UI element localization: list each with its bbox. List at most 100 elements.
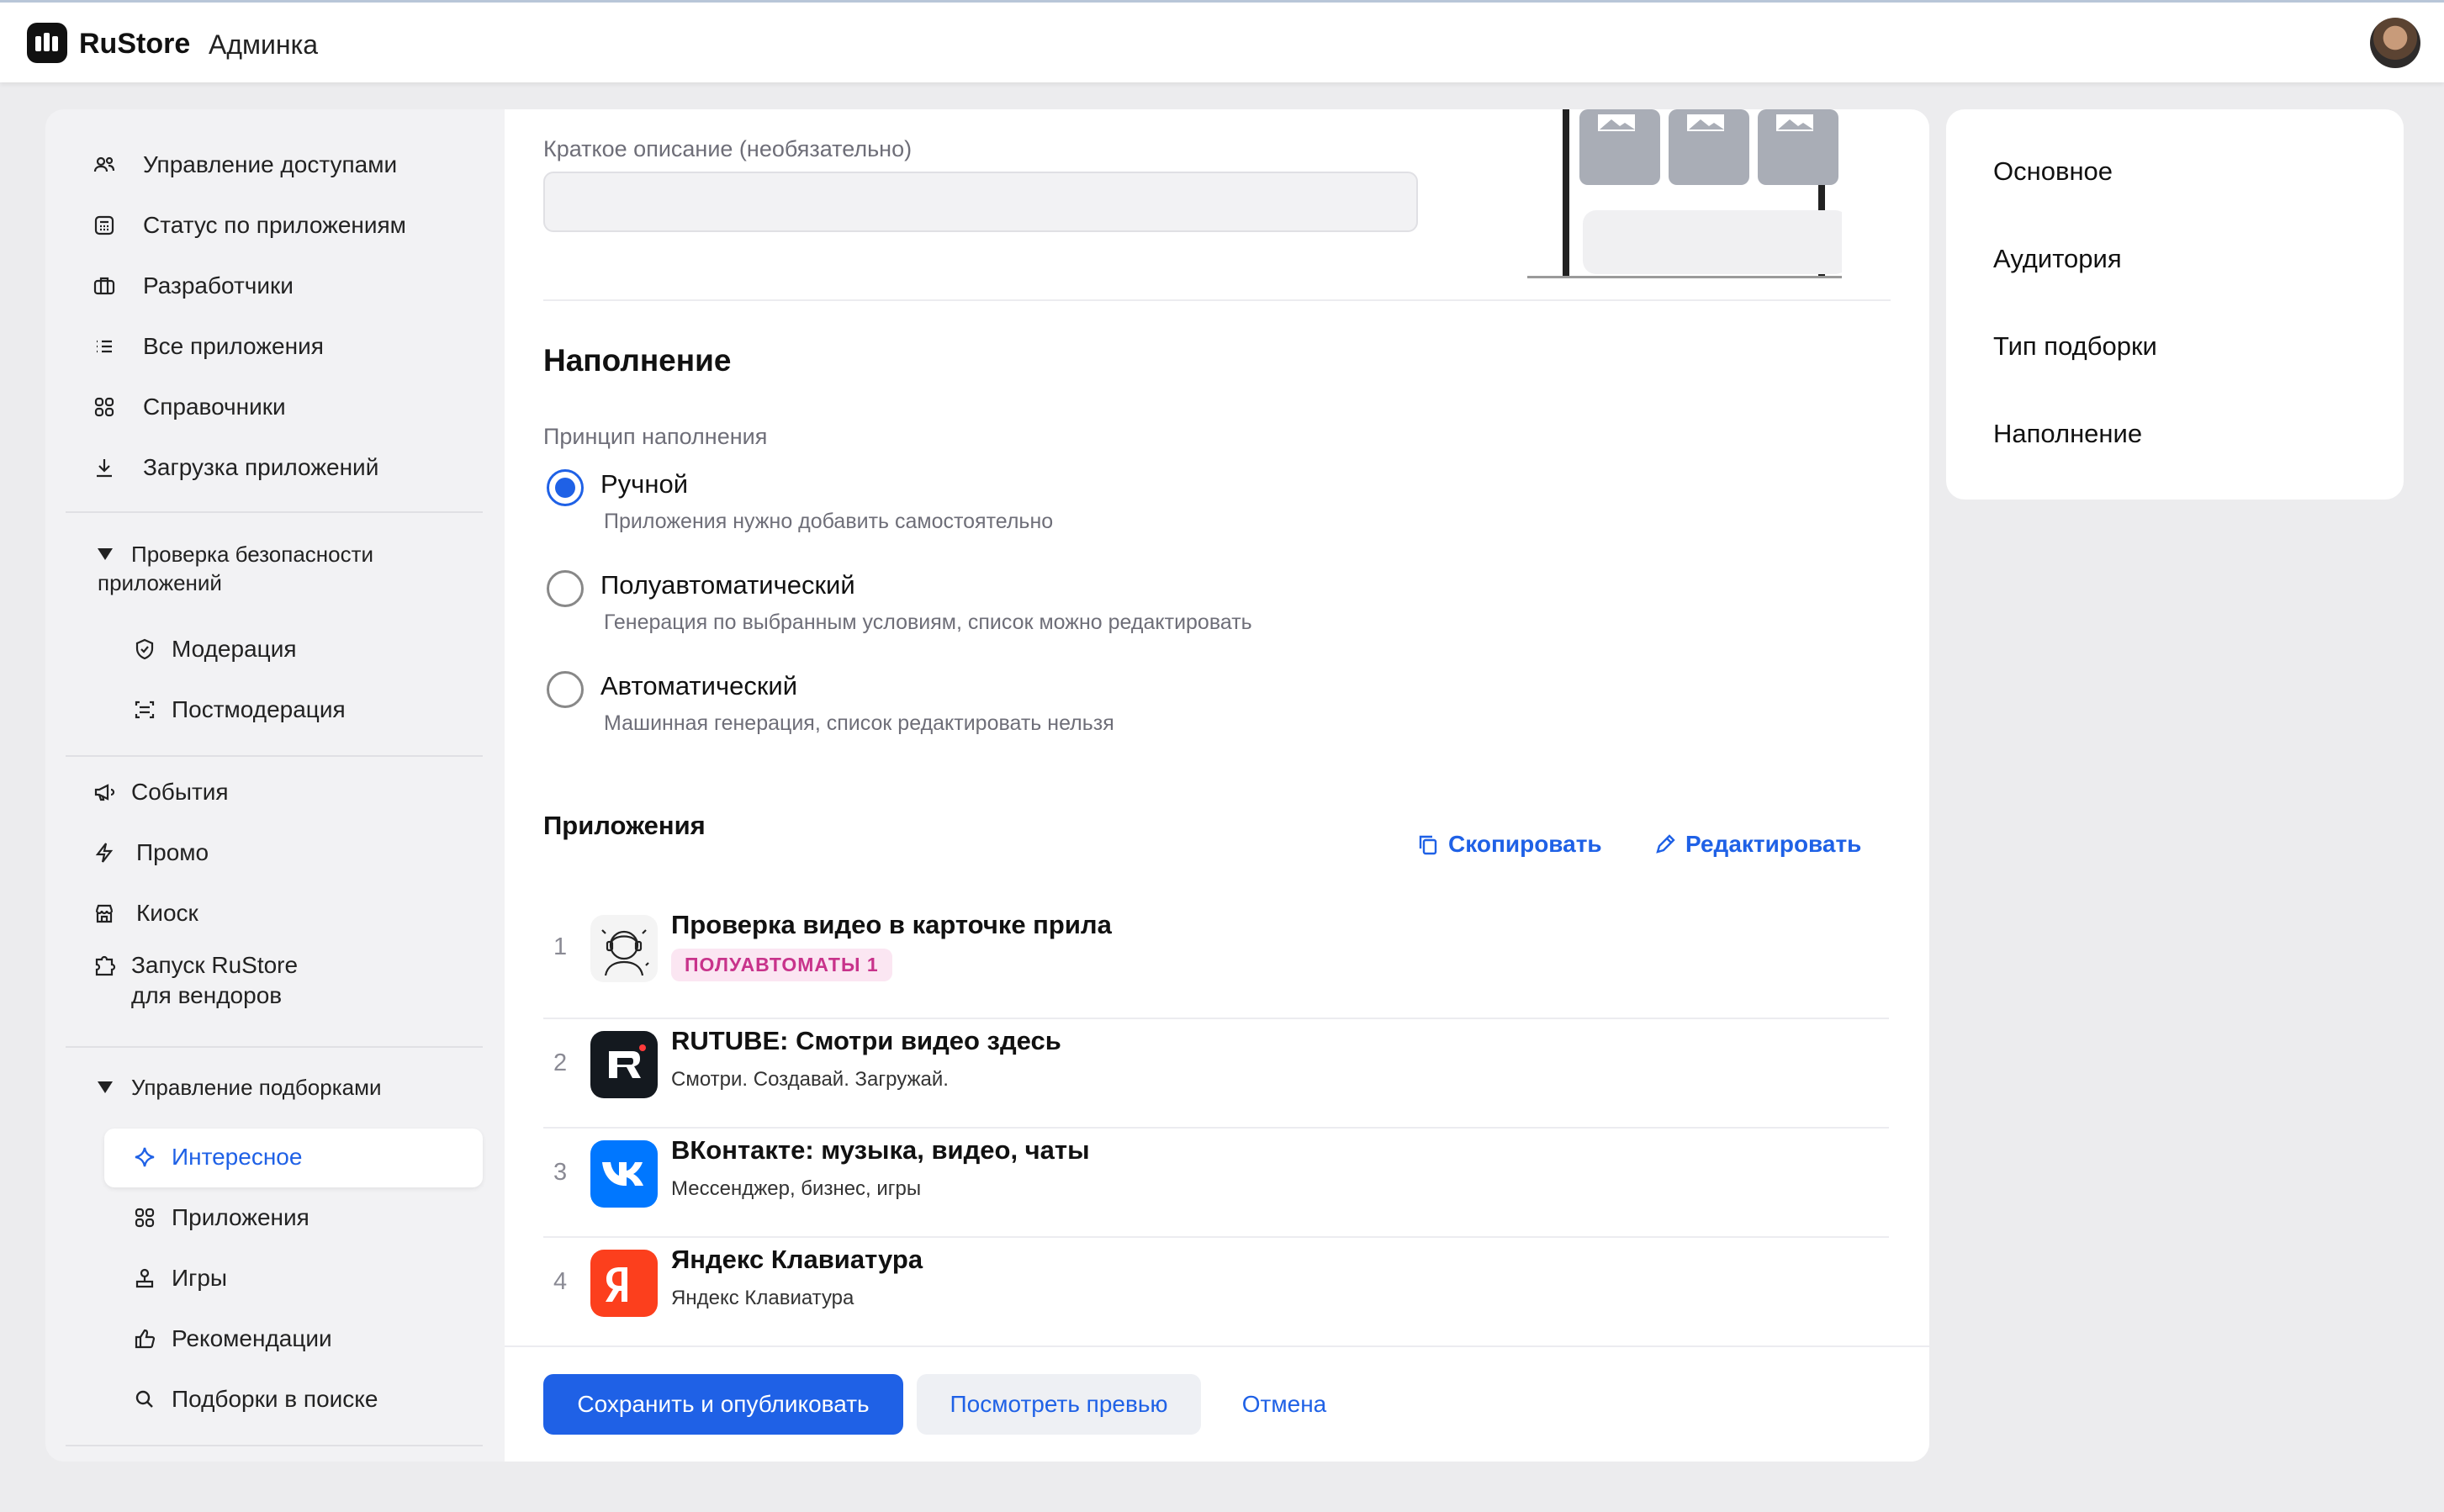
radio-semiauto-label[interactable]: Полуавтоматический [600, 570, 855, 600]
sidebar-item-label: Приложения [172, 1204, 309, 1230]
sidebar-item-status[interactable]: Статус по приложениям [91, 202, 406, 249]
sidebar-item-label: Киоск [136, 900, 198, 926]
download-icon [91, 454, 118, 481]
app-subtitle: Смотри. Создавай. Загружай. [671, 1068, 949, 1091]
sidebar-item-access[interactable]: Управление доступами [91, 141, 397, 188]
sidebar-item-label: Промо [136, 839, 209, 865]
edit-button-label: Редактировать [1685, 831, 1862, 857]
copy-icon [1419, 835, 1437, 855]
sidebar-item-moderation[interactable]: Модерация [131, 626, 297, 673]
app-row[interactable]: 3 ВКонтакте: музыка, видео, чаты Мессенд… [543, 1135, 1891, 1245]
sidebar-group-collections[interactable]: Управление подборками [98, 1073, 451, 1102]
form-footer: Сохранить и опубликовать Посмотреть прев… [505, 1345, 1929, 1462]
sidebar-item-games[interactable]: Игры [131, 1255, 227, 1302]
sidebar-item-label: Игры [172, 1265, 228, 1291]
sidebar-item-developers[interactable]: Разработчики [91, 262, 294, 309]
app-row[interactable]: 1 Проверка видео в карточке прила ПОЛУАВ… [543, 900, 1891, 1009]
radio-manual-label[interactable]: Ручной [600, 469, 688, 500]
row-divider [543, 1236, 1889, 1238]
sidebar-item-search-collections[interactable]: Подборки в поиске [131, 1376, 378, 1423]
sidebar-item-promo[interactable]: Промо [91, 829, 209, 876]
sidebar-item-label: Справочники [143, 394, 286, 420]
anchor-basic[interactable]: Основное [1993, 156, 2113, 187]
edit-button[interactable]: Редактировать [1653, 831, 1861, 858]
app-icon-avatar [590, 915, 658, 982]
list-icon [91, 333, 118, 360]
sidebar-item-interesting[interactable]: Интересное [131, 1134, 302, 1181]
anchor-collection-type[interactable]: Тип подборки [1993, 331, 2157, 362]
chevron-down-icon [98, 548, 113, 560]
app-badge: ПОЛУАВТОМАТЫ 1 [671, 949, 892, 981]
app-title: ВКонтакте: музыка, видео, чаты [671, 1135, 1090, 1165]
sidebar-item-label: События [131, 779, 229, 805]
copy-button-label: Скопировать [1448, 831, 1602, 857]
puzzle-icon [91, 952, 118, 979]
sidebar-item-postmoderation[interactable]: Постмодерация [131, 686, 346, 733]
sidebar: Управление доступами Статус по приложени… [45, 109, 505, 1462]
yandex-keyboard-icon [590, 1250, 658, 1317]
scan-icon [131, 696, 158, 723]
sidebar-item-label: Статус по приложениям [143, 212, 406, 238]
sidebar-item-kiosk[interactable]: Киоск [91, 890, 198, 937]
sidebar-item-vendors[interactable]: Запуск RuStore для вендоров [91, 950, 316, 1018]
publish-button[interactable]: Сохранить и опубликовать [543, 1374, 903, 1435]
app-row-number: 3 [553, 1159, 568, 1186]
radio-manual-hint: Приложения нужно добавить самостоятельно [604, 510, 1054, 533]
sidebar-item-label: Все приложения [143, 333, 324, 359]
app-row[interactable]: 4 Яндекс Клавиатура Яндекс Клавиатура [543, 1245, 1891, 1354]
sidebar-divider [66, 1445, 483, 1446]
megaphone-icon [91, 779, 118, 806]
radio-auto-label[interactable]: Автоматический [600, 671, 797, 701]
section-title: Админка [209, 29, 319, 60]
rutube-icon [590, 1031, 658, 1098]
sidebar-divider [66, 1046, 483, 1048]
sidebar-item-apps[interactable]: Приложения [131, 1194, 309, 1241]
sidebar-group-security[interactable]: Проверка безопасности приложений [98, 540, 451, 597]
sidebar-item-label: Модерация [172, 636, 297, 662]
app-subtitle: Мессенджер, бизнес, игры [671, 1177, 922, 1200]
sidebar-item-recommendations[interactable]: Рекомендации [131, 1315, 332, 1362]
radio-auto[interactable] [547, 671, 584, 708]
main-panel: Краткое описание (необязательно) Наполне… [505, 109, 1929, 1462]
app-title: Яндекс Клавиатура [671, 1245, 923, 1274]
sparkle-icon [131, 1144, 158, 1171]
copy-button[interactable]: Скопировать [1416, 831, 1602, 858]
radio-semiauto-hint: Генерация по выбранным условиям, список … [604, 611, 1252, 634]
app-row-number: 4 [553, 1268, 568, 1295]
store-icon [91, 900, 118, 927]
sidebar-item-label: Управление доступами [143, 151, 398, 177]
avatar[interactable] [2370, 18, 2420, 68]
cancel-button[interactable]: Отмена [1221, 1374, 1347, 1435]
app-title: RUTUBE: Смотри видео здесь [671, 1026, 1061, 1055]
preview-button[interactable]: Посмотреть превью [917, 1374, 1201, 1435]
sidebar-item-events[interactable]: События [91, 769, 229, 816]
sidebar-item-upload[interactable]: Загрузка приложений [91, 444, 378, 491]
thumbs-up-icon [131, 1325, 158, 1352]
sidebar-item-dictionaries[interactable]: Справочники [91, 383, 286, 431]
row-divider [543, 1018, 1889, 1019]
radio-semiauto[interactable] [547, 570, 584, 607]
radio-manual[interactable] [547, 469, 584, 506]
rustore-logo-icon[interactable] [27, 23, 67, 63]
sidebar-item-all-apps[interactable]: Все приложения [91, 323, 324, 370]
short-description-input[interactable] [543, 172, 1418, 232]
app-row[interactable]: 2 RUTUBE: Смотри видео здесь Смотри. Соз… [543, 1026, 1891, 1135]
section-anchor-nav: Основное Аудитория Тип подборки Наполнен… [1946, 109, 2404, 500]
anchor-audience[interactable]: Аудитория [1993, 244, 2122, 274]
sidebar-item-label: Запуск RuStore для вендоров [131, 952, 299, 1008]
shield-check-icon [131, 636, 158, 663]
fill-principle-label: Принцип наполнения [543, 424, 768, 449]
grid-icon [131, 1204, 158, 1231]
brand-name[interactable]: RuStore [79, 28, 190, 61]
sidebar-item-label: Подборки в поиске [172, 1386, 378, 1412]
sidebar-group-title: Управление подборками [131, 1075, 382, 1100]
search-icon [131, 1386, 158, 1413]
vk-icon [590, 1140, 658, 1208]
app-subtitle: Яндекс Клавиатура [671, 1287, 854, 1309]
sidebar-item-label: Разработчики [143, 272, 294, 299]
app-row-number: 1 [553, 933, 568, 960]
anchor-fill[interactable]: Наполнение [1993, 419, 2142, 449]
section-divider [543, 299, 1891, 301]
apps-section-title: Приложения [543, 811, 706, 840]
briefcase-icon [91, 272, 118, 299]
